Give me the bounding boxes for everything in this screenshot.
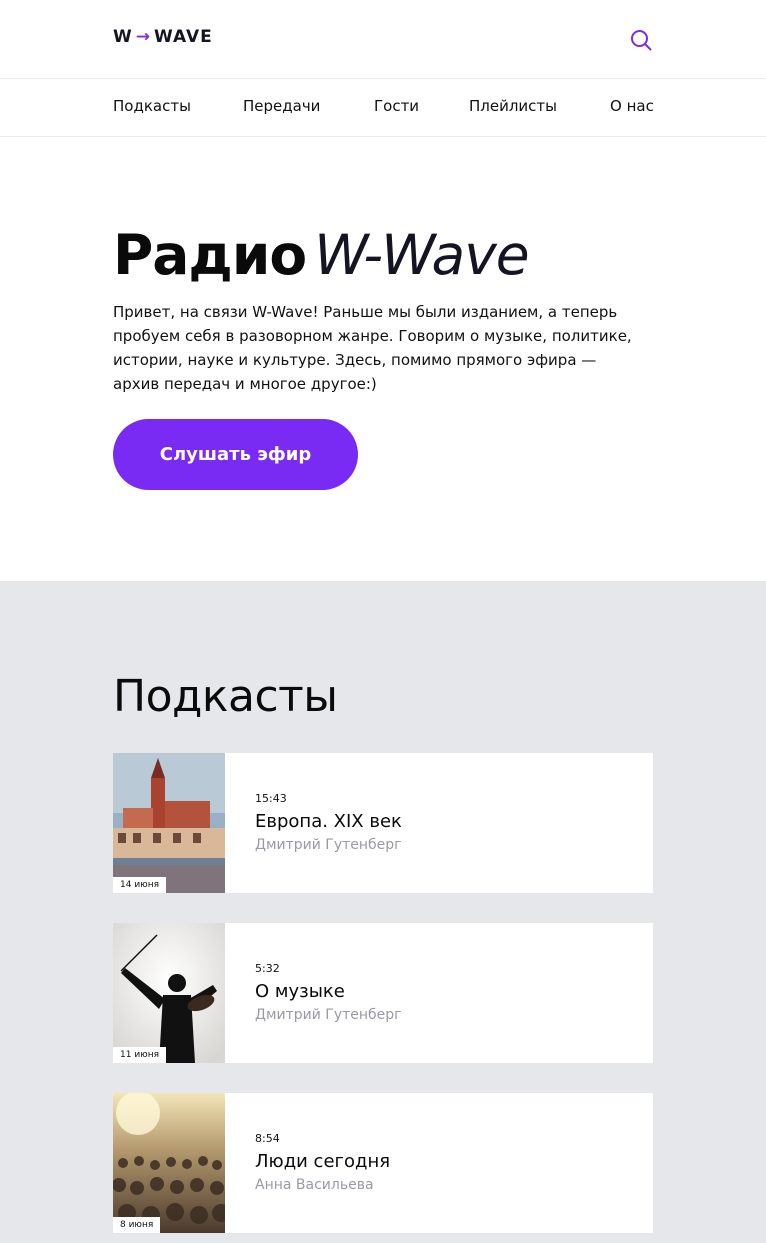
city-image: [113, 753, 225, 893]
podcast-date: 14 июня: [113, 877, 167, 893]
podcast-title: О музыке: [255, 981, 345, 1002]
nav-item-shows[interactable]: Передачи: [243, 97, 320, 115]
podcast-info: 15:43 Европа. XIX век Дмитрий Гутенберг: [225, 753, 653, 893]
title-main: Радио: [113, 223, 307, 287]
podcast-author: Анна Васильева: [255, 1177, 374, 1193]
podcast-info: 8:54 Люди сегодня Анна Васильева: [225, 1093, 653, 1233]
nav-item-guests[interactable]: Гости: [374, 97, 419, 115]
violinist-image: [113, 923, 225, 1063]
podcast-author: Дмитрий Гутенберг: [255, 837, 402, 853]
podcast-date: 11 июня: [113, 1047, 167, 1063]
logo-left: W: [113, 27, 133, 47]
nav-item-playlists[interactable]: Плейлисты: [469, 97, 557, 115]
search-icon[interactable]: [629, 28, 653, 52]
podcast-duration: 8:54: [255, 1132, 280, 1145]
crowd-image: [113, 1093, 225, 1233]
site-header: W → WAVE: [0, 0, 766, 79]
page-title: Радио W-Wave: [113, 223, 530, 287]
podcast-date: 8 июня: [113, 1217, 161, 1233]
podcast-title: Европа. XIX век: [255, 811, 402, 832]
podcast-card[interactable]: 14 июня 15:43 Европа. XIX век Дмитрий Гу…: [113, 753, 653, 893]
logo-right: WAVE: [154, 27, 213, 47]
main-nav: Подкасты Передачи Гости Плейлисты О нас: [0, 79, 766, 137]
hero-section: Радио W-Wave Привет, на связи W-Wave! Ран…: [0, 137, 766, 581]
podcast-title: Люди сегодня: [255, 1151, 391, 1172]
nav-item-podcasts[interactable]: Подкасты: [113, 97, 191, 115]
site-logo[interactable]: W → WAVE: [113, 27, 213, 47]
podcast-author: Дмитрий Гутенберг: [255, 1007, 402, 1023]
nav-item-about[interactable]: О нас: [610, 97, 654, 115]
podcast-duration: 5:32: [255, 962, 280, 975]
podcast-thumbnail: 11 июня: [113, 923, 225, 1063]
title-em: W-Wave: [314, 223, 529, 287]
podcasts-section: Подкасты 14 июня 15:43 Европа. XIX век Д…: [0, 581, 766, 1243]
hero-lead: Привет, на связи W-Wave! Раньше мы были …: [113, 303, 632, 393]
podcast-card[interactable]: 11 июня 5:32 О музыке Дмитрий Гутенберг: [113, 923, 653, 1063]
logo-arrow: →: [135, 27, 152, 47]
podcast-card[interactable]: 8 июня 8:54 Люди сегодня Анна Васильева: [113, 1093, 653, 1233]
podcast-thumbnail: 14 июня: [113, 753, 225, 893]
listen-live-button[interactable]: Слушать эфир: [113, 419, 358, 490]
podcasts-heading: Подкасты: [113, 671, 338, 722]
podcast-duration: 15:43: [255, 792, 287, 805]
podcast-info: 5:32 О музыке Дмитрий Гутенберг: [225, 923, 653, 1063]
podcast-thumbnail: 8 июня: [113, 1093, 225, 1233]
